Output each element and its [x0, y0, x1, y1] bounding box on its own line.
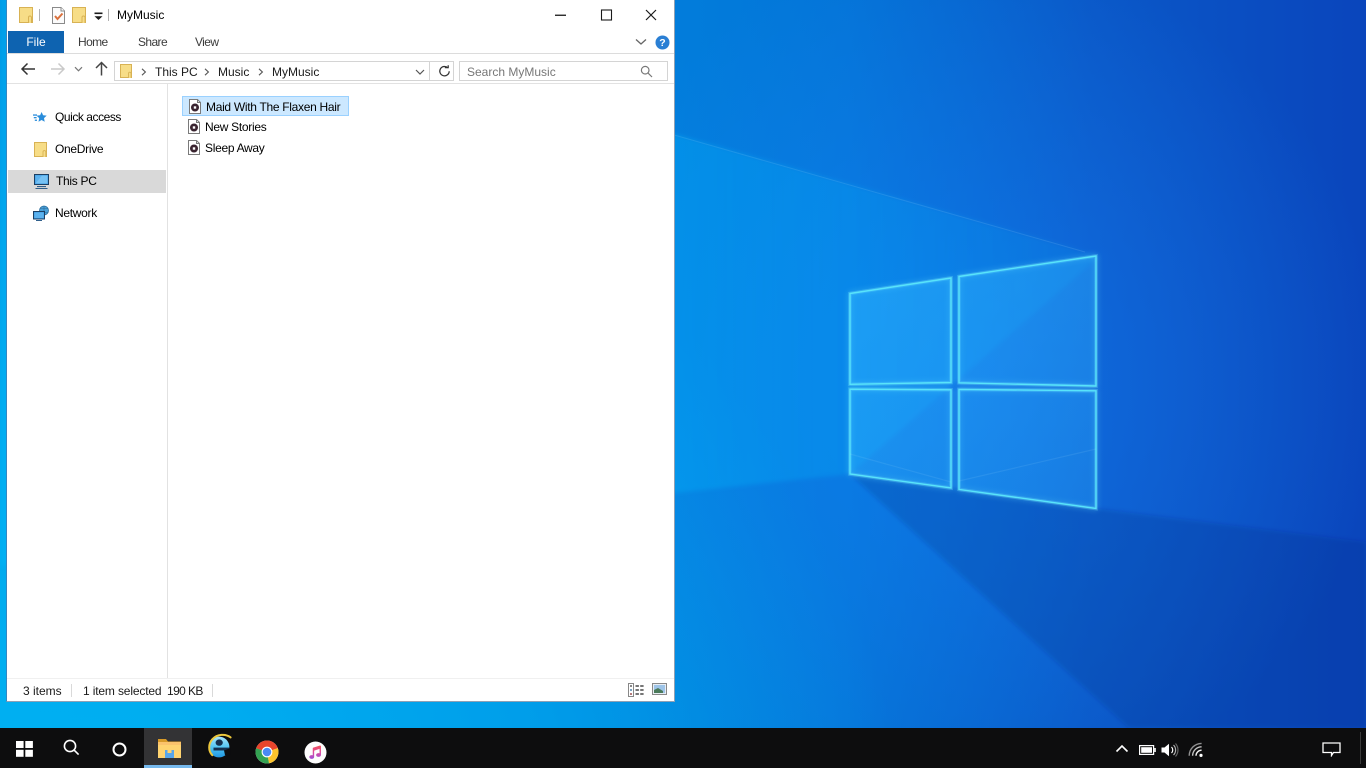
- svg-text:?: ?: [659, 37, 665, 49]
